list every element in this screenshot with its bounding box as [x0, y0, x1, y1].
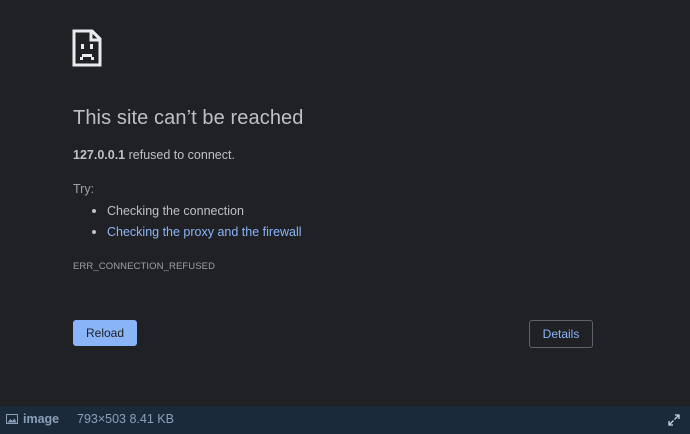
image-info: 793×503 8.41 KB: [77, 412, 174, 426]
suggestion-list: Checking the connection Checking the pro…: [73, 202, 302, 244]
refused-message: 127.0.0.1 refused to connect.: [73, 148, 235, 162]
details-button[interactable]: Details: [529, 320, 593, 348]
suggestion-check-proxy-link[interactable]: Checking the proxy and the firewall: [73, 223, 302, 244]
suggestion-text[interactable]: Checking the proxy and the firewall: [107, 225, 302, 239]
bullet-icon: [92, 230, 96, 234]
error-code: ERR_CONNECTION_REFUSED: [73, 261, 216, 272]
error-page: This site can’t be reached 127.0.0.1 ref…: [0, 0, 690, 434]
suggestion-check-connection: Checking the connection: [73, 202, 302, 223]
sad-page-icon: [72, 29, 102, 67]
bullet-icon: [92, 209, 96, 213]
page-title: This site can’t be reached: [73, 107, 304, 129]
image-icon: [6, 414, 18, 424]
refused-text: refused to connect.: [125, 148, 235, 162]
reload-button[interactable]: Reload: [73, 320, 137, 346]
suggestion-text: Checking the connection: [107, 204, 244, 218]
image-status-bar: image 793×503 8.41 KB: [0, 406, 690, 434]
image-label: image: [23, 412, 60, 426]
host-name: 127.0.0.1: [73, 148, 126, 162]
try-label: Try:: [73, 182, 95, 196]
expand-icon[interactable]: [668, 414, 680, 426]
